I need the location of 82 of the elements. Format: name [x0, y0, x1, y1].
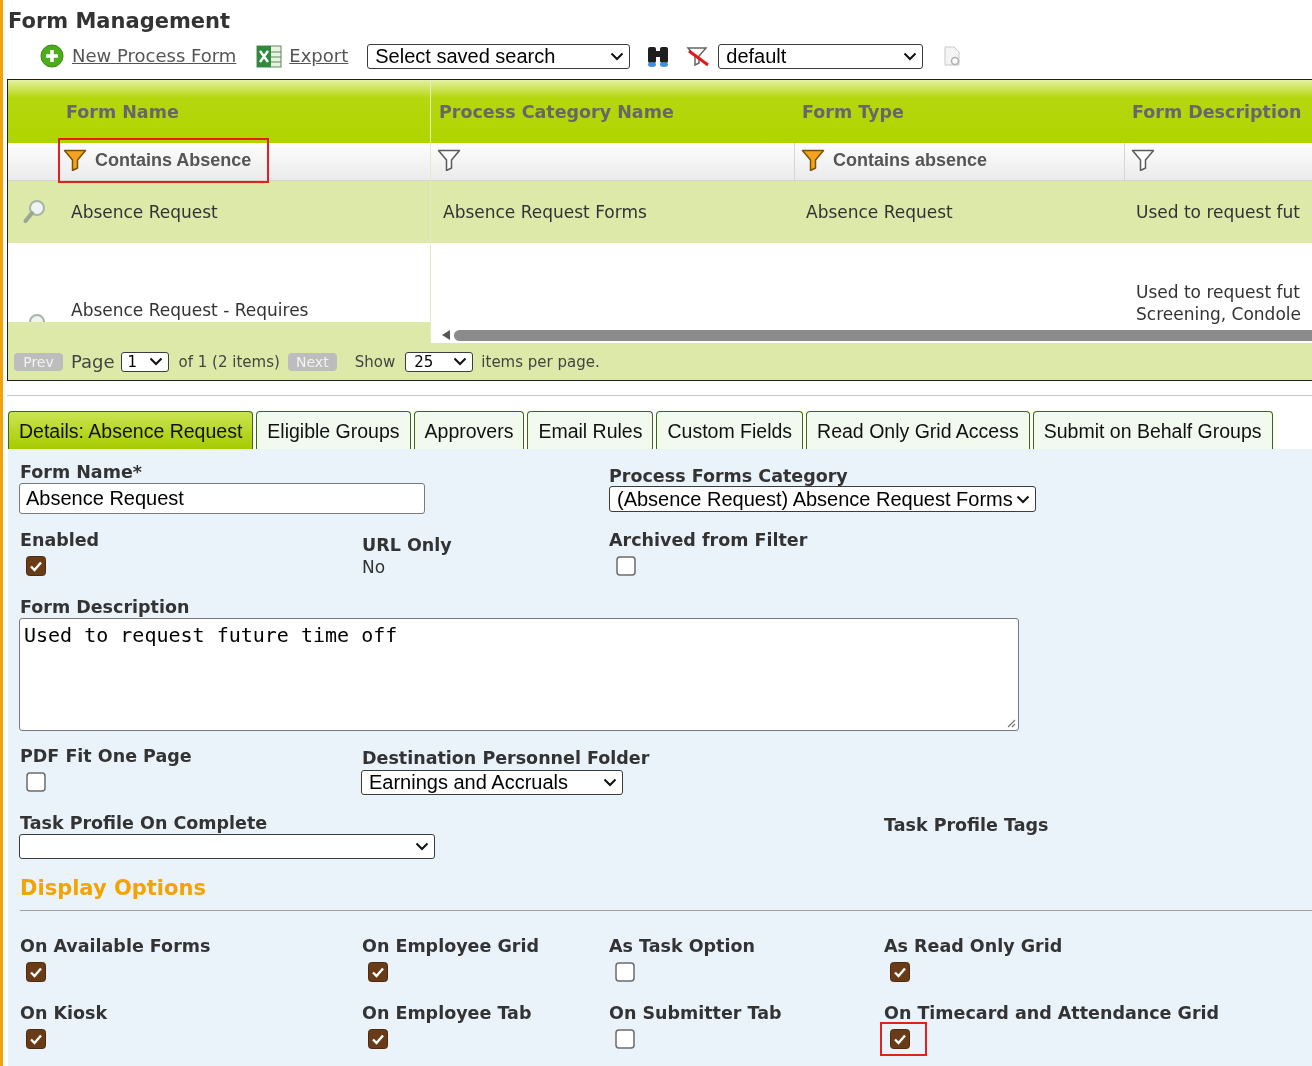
field-label: Process Forms Category — [609, 466, 848, 486]
field-label: On Employee Grid — [362, 936, 539, 956]
table-cell: Used to request fut Screening, Condole — [1136, 281, 1301, 325]
category-select[interactable]: (Absence Request) Absence Request Forms — [609, 486, 1036, 512]
clear-filter-icon[interactable] — [686, 45, 711, 67]
field-label: On Kiosk — [20, 1003, 108, 1023]
page-title: Form Management — [8, 8, 231, 34]
checkbox[interactable] — [890, 962, 910, 982]
field-label: As Read Only Grid — [884, 936, 1063, 956]
field-label: On Timecard and Attendance Grid — [884, 1003, 1220, 1023]
binoculars-icon[interactable] — [646, 44, 671, 68]
checkbox[interactable] — [26, 772, 46, 792]
folder-select[interactable]: Earnings and Accruals — [361, 770, 623, 795]
chevron-down-icon — [148, 357, 163, 366]
tab[interactable]: Details: Absence Request — [8, 411, 254, 449]
filter-text: Contains absence — [833, 149, 988, 171]
grid-row[interactable]: Absence Request — [8, 181, 430, 243]
field-label: Form Name* — [20, 462, 142, 482]
checkbox[interactable] — [368, 962, 388, 982]
toolbar-link[interactable]: New Process Form — [72, 45, 237, 67]
form-name-input[interactable]: Absence Request — [19, 483, 425, 514]
field-label: URL Only — [362, 535, 452, 555]
field-label: Enabled — [20, 530, 100, 550]
chevron-down-icon — [610, 51, 625, 61]
field-label: Destination Personnel Folder — [362, 748, 650, 768]
show-label: Show — [354, 352, 396, 371]
tab[interactable]: Email Rules — [527, 411, 654, 449]
field-label: On Submitter Tab — [609, 1003, 782, 1023]
filter-icon[interactable] — [1131, 149, 1155, 171]
task-profile-select[interactable] — [19, 834, 435, 859]
toolbar-link[interactable]: Export — [289, 45, 349, 67]
checkbox[interactable] — [26, 1029, 46, 1049]
chevron-down-icon — [453, 357, 468, 366]
checkbox[interactable] — [616, 556, 636, 576]
field-label: On Available Forms — [20, 936, 211, 956]
spreadsheet-icon[interactable] — [256, 43, 283, 69]
checkbox[interactable] — [615, 962, 635, 982]
field-label: As Task Option — [609, 936, 755, 956]
tab[interactable]: Custom Fields — [656, 411, 804, 449]
page-select[interactable]: 1 — [120, 351, 169, 372]
filter-text: Contains Absence — [95, 149, 252, 171]
description-textarea[interactable]: Used to request future time off — [19, 618, 1019, 731]
field-label: Task Profile Tags — [884, 815, 1049, 835]
field-label: Task Profile On Complete — [20, 813, 268, 833]
table-cell: Absence Request — [806, 201, 953, 223]
saved-search-select[interactable]: Select saved search — [367, 43, 631, 69]
chevron-down-icon — [415, 842, 429, 851]
per-page-label: items per page. — [481, 352, 600, 371]
resize-grip-icon[interactable] — [1006, 718, 1016, 728]
scrollbar-thumb[interactable] — [454, 329, 1312, 341]
filter-icon[interactable] — [437, 149, 461, 171]
chevron-down-icon — [1016, 494, 1030, 504]
page-size-select[interactable]: 25 — [405, 351, 474, 372]
field-label: Form Description — [20, 597, 190, 617]
chevron-down-icon — [903, 51, 918, 61]
field-value: No — [362, 557, 386, 577]
checkbox[interactable] — [26, 556, 46, 576]
checkbox[interactable] — [615, 1029, 635, 1049]
tab[interactable]: Read Only Grid Access — [806, 411, 1030, 449]
checkbox[interactable] — [368, 1029, 388, 1049]
page-label: Page — [71, 351, 115, 372]
checkbox[interactable] — [890, 1029, 910, 1049]
tab[interactable]: Eligible Groups — [256, 411, 411, 449]
section-title: Display Options — [20, 875, 206, 901]
table-cell: Absence Request — [71, 201, 218, 223]
filter-icon[interactable] — [63, 149, 87, 171]
add-icon[interactable] — [40, 44, 64, 68]
field-label: On Employee Tab — [362, 1003, 532, 1023]
page-count: of 1 (2 items) — [178, 352, 280, 371]
chevron-down-icon — [603, 778, 617, 787]
checkbox[interactable] — [26, 962, 46, 982]
tab[interactable]: Approvers — [413, 411, 525, 449]
grid-row[interactable]: Absence Request Forms Absence Request Used to request fut — [431, 181, 1312, 243]
table-cell: Used to request fut — [1136, 201, 1300, 223]
view-select[interactable]: default — [718, 43, 924, 69]
scroll-left-icon[interactable] — [441, 329, 451, 341]
table-cell: Absence Request Forms — [443, 201, 647, 223]
filter-icon[interactable] — [801, 149, 825, 171]
field-label: Archived from Filter — [609, 530, 808, 550]
tab[interactable]: Submit on Behalf Groups — [1032, 411, 1273, 449]
field-label: PDF Fit One Page — [20, 746, 192, 766]
table-cell: Absence Request - Requires — [71, 299, 309, 321]
